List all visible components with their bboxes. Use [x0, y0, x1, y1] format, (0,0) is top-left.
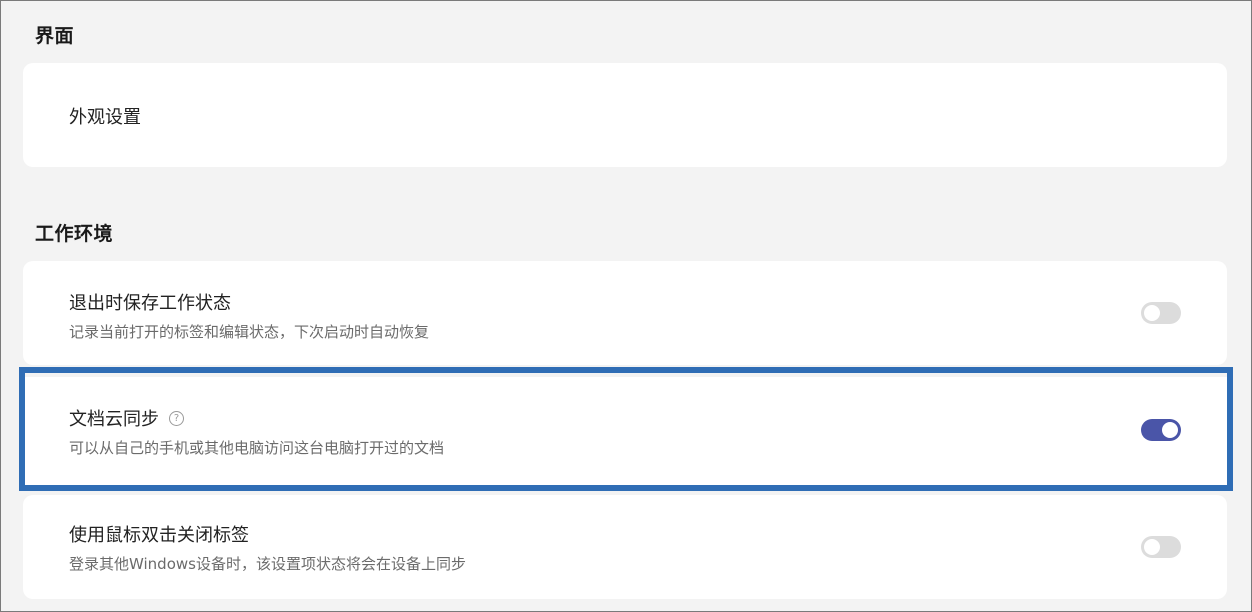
- setting-title-row: 文档云同步?: [69, 405, 184, 431]
- section-title-interface: 界面: [35, 25, 75, 47]
- setting-description: 记录当前打开的标签和编辑状态，下次启动时自动恢复: [69, 323, 430, 341]
- toggle-knob: [1162, 422, 1178, 438]
- setting-title: 退出时保存工作状态: [69, 293, 231, 314]
- section-title-workspace: 工作环境: [35, 223, 114, 245]
- save-work-state-toggle[interactable]: [1141, 302, 1181, 324]
- toggle-knob: [1144, 305, 1160, 321]
- double-click-close-tab-toggle[interactable]: [1141, 536, 1181, 558]
- setting-description: 登录其他Windows设备时，该设置项状态将会在设备上同步: [69, 555, 466, 573]
- setting-row-save-work-state: 退出时保存工作状态 记录当前打开的标签和编辑状态，下次启动时自动恢复: [23, 261, 1227, 365]
- setting-row-doc-cloud-sync: 文档云同步? 可以从自己的手机或其他电脑访问这台电脑打开过的文档: [23, 377, 1227, 485]
- setting-row-double-click-close-tab: 使用鼠标双击关闭标签 登录其他Windows设备时，该设置项状态将会在设备上同步: [23, 495, 1227, 599]
- toggle-knob: [1144, 539, 1160, 555]
- setting-title: 文档云同步: [69, 409, 159, 430]
- setting-description: 可以从自己的手机或其他电脑访问这台电脑打开过的文档: [69, 439, 445, 457]
- setting-title: 使用鼠标双击关闭标签: [69, 525, 249, 546]
- question-circle-icon[interactable]: ?: [169, 410, 184, 426]
- settings-panel: 界面 外观设置 工作环境 退出时保存工作状态 记录当前打开的标签和编辑状态，下次…: [0, 0, 1252, 612]
- appearance-settings-label: 外观设置: [69, 107, 141, 128]
- doc-cloud-sync-toggle[interactable]: [1141, 419, 1181, 441]
- appearance-settings-item[interactable]: 外观设置: [23, 63, 1227, 167]
